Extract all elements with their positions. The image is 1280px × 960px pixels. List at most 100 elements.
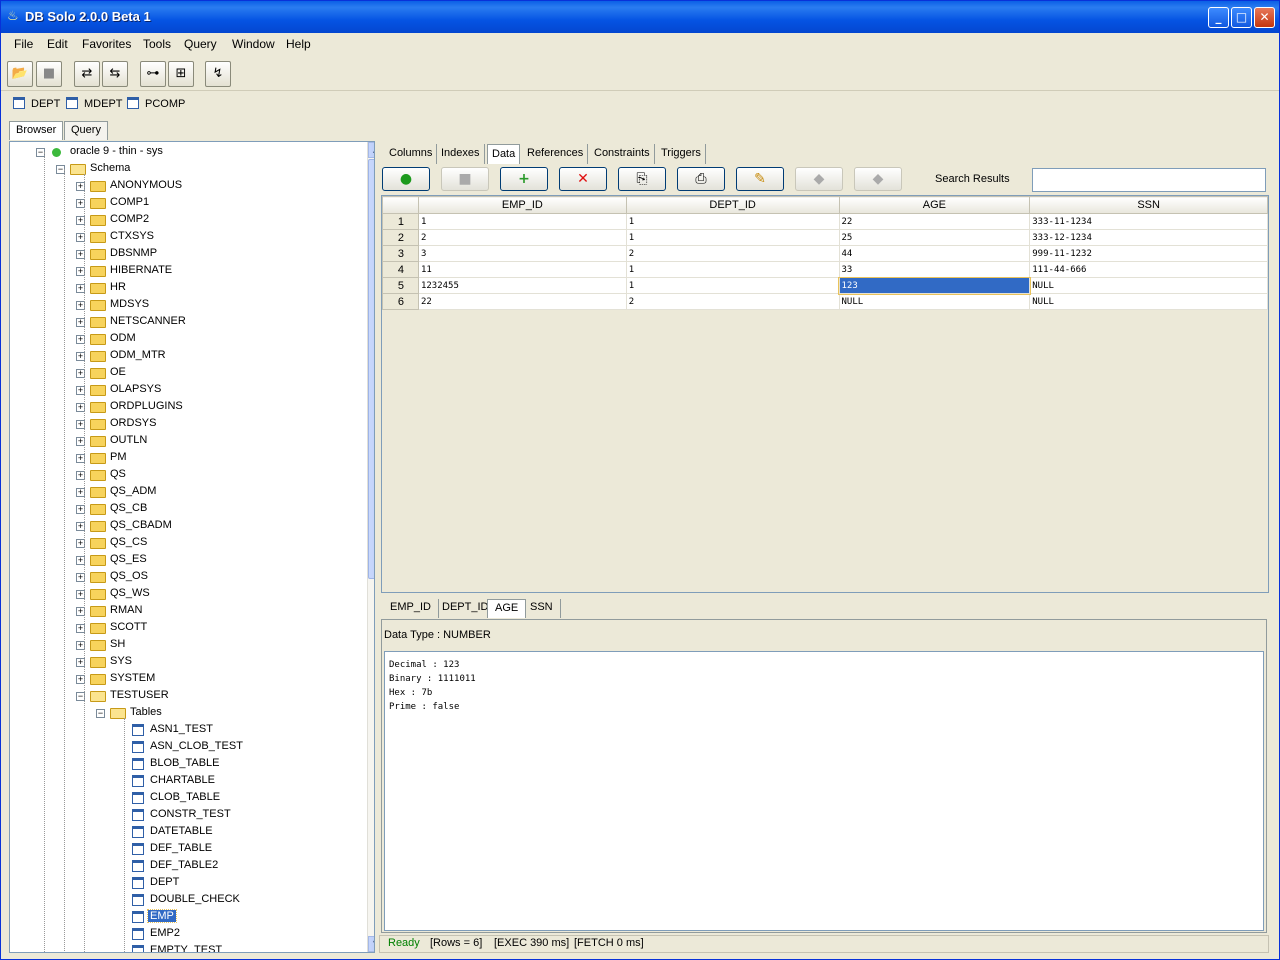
column-header-dept-id[interactable]: DEPT_ID — [625, 196, 840, 214]
row-number[interactable]: 5 — [382, 277, 419, 294]
scroll-thumb[interactable] — [368, 159, 374, 579]
table-cell[interactable]: 123 — [838, 276, 1031, 295]
scroll-up-icon[interactable]: ▲ — [368, 142, 374, 158]
menu-window[interactable]: Window — [232, 37, 275, 51]
table-cell[interactable]: 1 — [625, 229, 840, 246]
disconnect-icon[interactable]: ⇆ — [102, 61, 128, 87]
menu-help[interactable]: Help — [286, 37, 311, 51]
tab-data[interactable]: Data — [487, 144, 521, 164]
tree-guide-line — [44, 152, 45, 952]
table-cell[interactable]: 999-11-1232 — [1029, 245, 1268, 262]
table-cell[interactable]: 1 — [625, 213, 840, 230]
tab-triggers[interactable]: Triggers — [657, 144, 706, 164]
run-icon[interactable]: ● — [382, 167, 430, 191]
column-header-age[interactable]: AGE — [838, 196, 1031, 214]
delete-row-icon[interactable]: ✕ — [559, 167, 607, 191]
detail-tab-ssn[interactable]: SSN — [523, 599, 561, 618]
tab-browser[interactable]: Browser — [9, 121, 64, 140]
table-row[interactable]: 1 1 1 22 333-11-1234 — [382, 213, 1268, 230]
tree-node-connection[interactable]: − oracle 9 - thin - sys — [10, 144, 366, 161]
title-bar[interactable]: ♨ DB Solo 2.0.0 Beta 1 _ □ ✕ — [1, 1, 1279, 33]
table-cell[interactable]: 111-44-666 — [1029, 261, 1268, 278]
maximize-button[interactable]: □ — [1231, 7, 1252, 28]
table-row[interactable]: 6 22 2 NULL NULL — [382, 293, 1268, 310]
commit-icon[interactable]: ✎ — [736, 167, 784, 191]
table-cell[interactable]: 1 — [417, 213, 627, 230]
table-row[interactable]: 3 3 2 44 999-11-1232 — [382, 245, 1268, 262]
menu-query[interactable]: Query — [184, 37, 217, 51]
detail-line: Hex : 7b — [389, 688, 433, 698]
table-cell[interactable]: 333-11-1234 — [1029, 213, 1268, 230]
collapse-icon[interactable]: − — [96, 709, 105, 718]
tab-constraints[interactable]: Constraints — [590, 144, 655, 164]
menu-edit[interactable]: Edit — [47, 37, 68, 51]
table-cell[interactable]: 1 — [625, 261, 840, 278]
tab-references[interactable]: References — [523, 144, 589, 164]
table-cell[interactable]: 22 — [417, 293, 627, 310]
table-cell[interactable]: NULL — [838, 293, 1031, 310]
grid-icon[interactable]: ⊞ — [168, 61, 194, 87]
table-cell[interactable]: 2 — [625, 293, 840, 310]
scroll-down-icon[interactable]: ▼ — [368, 936, 374, 952]
explain-icon[interactable]: ↯ — [205, 61, 231, 87]
row-number[interactable]: 2 — [382, 229, 419, 246]
open-icon[interactable]: 📂 — [7, 61, 33, 87]
table-cell[interactable]: 25 — [838, 229, 1031, 246]
favorite-pcomp[interactable]: PCOMP — [127, 97, 185, 110]
connect-icon[interactable]: ⇄ — [74, 61, 100, 87]
detail-tab-emp-id[interactable]: EMP_ID — [383, 599, 439, 618]
row-number[interactable]: 3 — [382, 245, 419, 262]
value-detail-text[interactable]: Decimal : 123 Binary : 1111011 Hex : 7b … — [384, 651, 1264, 931]
tree-node-label: EMP — [147, 909, 177, 923]
stop-icon[interactable]: ■ — [36, 61, 62, 87]
tree-node-label: QS_ES — [110, 553, 147, 565]
tree-scrollbar[interactable]: ▲ ▼ — [367, 142, 374, 952]
column-header-emp-id[interactable]: EMP_ID — [417, 196, 627, 214]
table-cell[interactable]: 3 — [417, 245, 627, 262]
tree-node-label: EMP2 — [150, 927, 180, 939]
favorite-mdept[interactable]: MDEPT — [66, 97, 123, 110]
minimize-button[interactable]: _ — [1208, 7, 1229, 28]
table-cell[interactable]: 2 — [625, 245, 840, 262]
table-cell[interactable]: 33 — [838, 261, 1031, 278]
schema-icon[interactable]: ⊶ — [140, 61, 166, 87]
column-header-ssn[interactable]: SSN — [1029, 196, 1268, 214]
table-row[interactable]: 2 2 1 25 333-12-1234 — [382, 229, 1268, 246]
folder-icon — [90, 402, 106, 413]
table-cell[interactable]: NULL — [1029, 277, 1268, 294]
search-prev-icon[interactable]: ◆ — [795, 167, 843, 191]
add-row-icon[interactable]: + — [500, 167, 548, 191]
folder-open-icon — [90, 691, 106, 702]
tree-node-label: CONSTR_TEST — [150, 808, 231, 820]
tab-indexes[interactable]: Indexes — [437, 144, 485, 164]
stop-icon[interactable]: ■ — [441, 167, 489, 191]
tab-columns[interactable]: Columns — [385, 144, 438, 164]
table-row[interactable]: 5 1232455 1 123 NULL — [382, 276, 1268, 295]
table-cell[interactable]: 11 — [417, 261, 627, 278]
tab-query[interactable]: Query — [64, 121, 108, 140]
export-icon[interactable]: ⎘ — [618, 167, 666, 191]
table-cell[interactable]: 44 — [838, 245, 1031, 262]
table-cell[interactable]: 22 — [838, 213, 1031, 230]
table-row[interactable]: 4 11 1 33 111-44-666 — [382, 261, 1268, 278]
close-button[interactable]: ✕ — [1254, 7, 1275, 28]
favorite-dept[interactable]: DEPT — [13, 97, 60, 110]
search-results-input[interactable] — [1032, 168, 1266, 192]
row-number[interactable]: 4 — [382, 261, 419, 278]
data-type-label: Data Type : NUMBER — [384, 629, 491, 641]
menu-favorites[interactable]: Favorites — [82, 37, 131, 51]
search-next-icon[interactable]: ◆ — [854, 167, 902, 191]
folder-icon — [90, 504, 106, 515]
table-cell[interactable]: 2 — [417, 229, 627, 246]
row-number[interactable]: 6 — [382, 293, 419, 310]
table-cell[interactable]: 333-12-1234 — [1029, 229, 1268, 246]
table-cell[interactable]: NULL — [1029, 293, 1268, 310]
table-cell[interactable]: 1 — [625, 277, 840, 294]
folder-icon — [90, 436, 106, 447]
detail-tab-age[interactable]: AGE — [487, 599, 527, 618]
row-number[interactable]: 1 — [382, 213, 419, 230]
print-icon[interactable]: ⎙ — [677, 167, 725, 191]
menu-tools[interactable]: Tools — [143, 37, 171, 51]
table-cell[interactable]: 1232455 — [417, 277, 627, 294]
menu-file[interactable]: File — [14, 37, 33, 51]
